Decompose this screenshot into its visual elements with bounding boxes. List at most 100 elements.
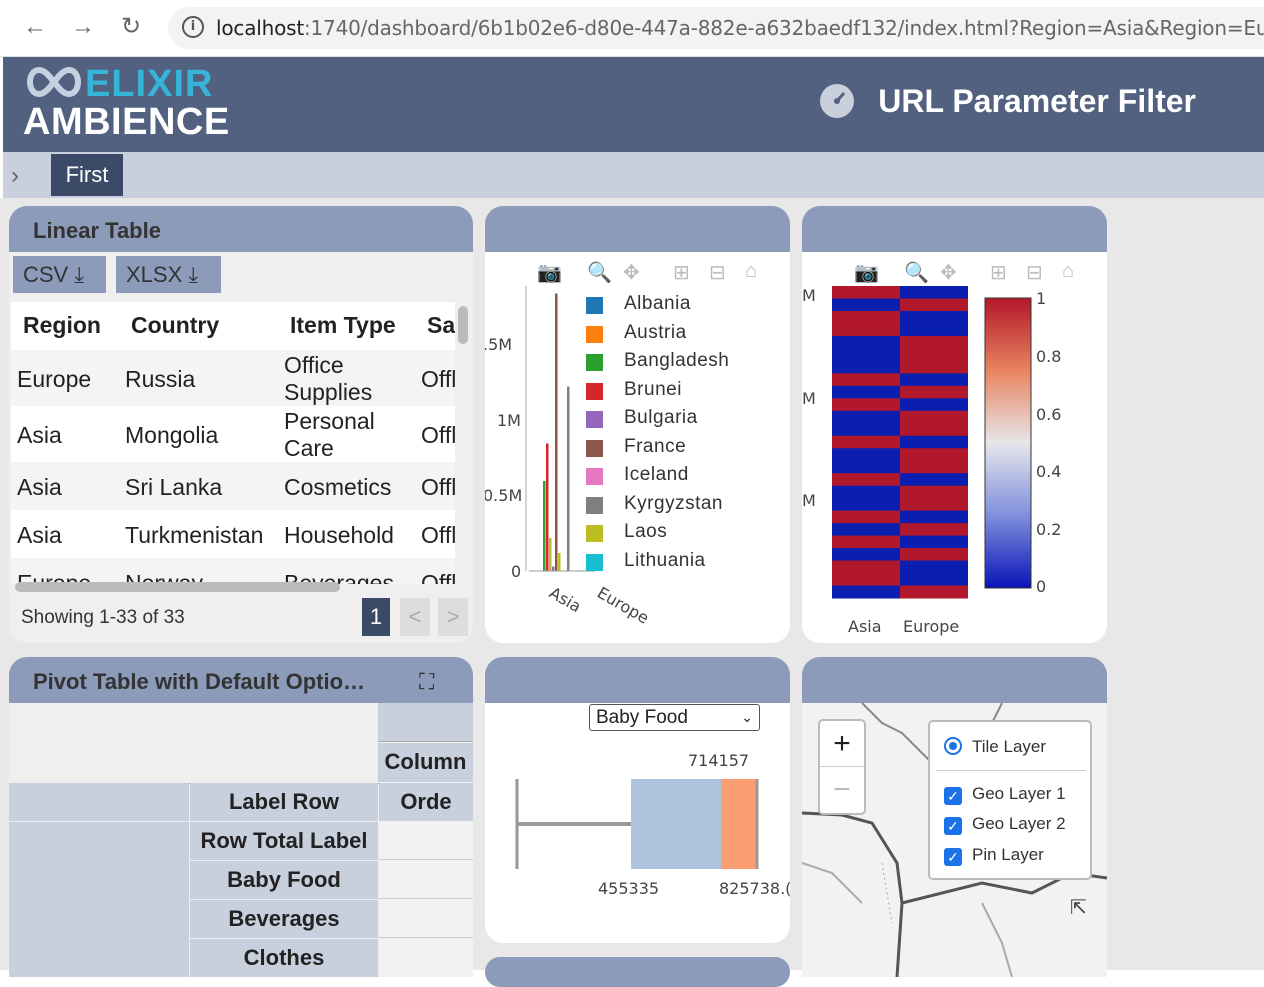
heatmap-cell[interactable] [900, 298, 968, 312]
heatmap-cell[interactable] [832, 423, 900, 437]
column-header[interactable]: Item Type [290, 312, 396, 339]
legend-swatch[interactable] [586, 439, 603, 457]
heatmap-cell[interactable] [832, 448, 900, 462]
radio-icon[interactable] [944, 737, 962, 755]
heatmap-cell[interactable] [900, 323, 968, 337]
legend-swatch[interactable] [586, 325, 603, 343]
legend-item[interactable]: Brunei [624, 379, 682, 401]
heatmap-cell[interactable] [832, 548, 900, 562]
heatmap-cell[interactable] [832, 510, 900, 524]
heatmap-cell[interactable] [900, 286, 968, 299]
url-text[interactable]: localhost:1740/dashboard/6b1b02e6-d80e-4… [216, 16, 1264, 40]
heatmap-cell[interactable] [832, 523, 900, 537]
heatmap-cell[interactable] [832, 398, 900, 412]
tab-first[interactable]: First [51, 154, 123, 196]
zoom-in-icon[interactable]: ⊞ [673, 260, 690, 285]
tile-layer-option[interactable]: Tile Layer [944, 737, 1046, 757]
heatmap-cell[interactable] [900, 310, 968, 324]
heatmap-cell[interactable] [900, 398, 968, 412]
heatmap-cell[interactable] [900, 548, 968, 562]
heatmap-cell[interactable] [900, 498, 968, 512]
legend-swatch[interactable] [586, 354, 603, 371]
geo-layer-2-option[interactable]: ✓ Geo Layer 2 [944, 814, 1066, 835]
checkbox-icon[interactable]: ✓ [944, 787, 962, 805]
heatmap-cell[interactable] [900, 373, 968, 387]
heatmap-cell[interactable] [832, 485, 900, 499]
heatmap-cell[interactable] [832, 360, 900, 374]
heatmap-cell[interactable] [832, 373, 900, 387]
bar[interactable] [567, 386, 570, 572]
page-1-button[interactable]: 1 [362, 598, 390, 636]
heatmap-cell[interactable] [832, 573, 900, 587]
item-type-select[interactable]: Baby Food ⌄ [589, 704, 760, 731]
pan-icon[interactable]: ✥ [623, 260, 640, 285]
heatmap-cell[interactable] [832, 323, 900, 337]
legend-swatch[interactable] [586, 496, 603, 514]
heatmap-cell[interactable] [900, 585, 968, 599]
back-icon[interactable]: ← [20, 12, 50, 42]
heatmap-cell[interactable] [900, 423, 968, 437]
heatmap-cell[interactable] [900, 410, 968, 424]
zoom-in-button[interactable]: + [820, 721, 864, 767]
table-row[interactable]: Asia Turkmenistan Household Offl [11, 510, 455, 558]
prev-page-button[interactable]: < [400, 598, 430, 636]
heatmap-cell[interactable] [832, 435, 900, 449]
legend-swatch[interactable] [586, 525, 603, 542]
box-lower[interactable] [631, 779, 721, 869]
next-page-button[interactable]: > [438, 598, 468, 636]
heatmap-cell[interactable] [832, 298, 900, 312]
bar[interactable] [552, 566, 555, 572]
heatmap-cell[interactable] [832, 585, 900, 599]
site-info-icon[interactable]: i [182, 16, 204, 38]
pin-layer-option[interactable]: ✓ Pin Layer [944, 845, 1044, 866]
xlsx-download-button[interactable]: XLSX ⤓ [116, 256, 221, 293]
heatmap-cell[interactable] [832, 460, 900, 474]
address-bar[interactable]: i localhost:1740/dashboard/6b1b02e6-d80e… [168, 7, 1264, 49]
heatmap-cell[interactable] [900, 360, 968, 374]
table-row[interactable]: Europe Norway Beverages Offl [11, 558, 455, 584]
heatmap-cell[interactable] [900, 335, 968, 349]
heatmap-cell[interactable] [832, 310, 900, 324]
forward-icon[interactable]: → [68, 12, 98, 42]
heatmap-cell[interactable] [832, 286, 900, 299]
checkbox-icon[interactable]: ✓ [944, 848, 962, 866]
external-link-icon[interactable]: ⇱ [1070, 895, 1087, 920]
reload-icon[interactable]: ↻ [116, 12, 146, 42]
heatmap-cell[interactable] [900, 510, 968, 524]
column-header[interactable]: Region [23, 312, 101, 339]
heatmap-cell[interactable] [832, 535, 900, 549]
legend-item[interactable]: Albania [624, 293, 691, 315]
heatmap-cell[interactable] [832, 335, 900, 349]
heatmap-cell[interactable] [900, 448, 968, 462]
legend-item[interactable]: Laos [624, 521, 667, 543]
legend-item[interactable]: Lithuania [624, 550, 706, 572]
csv-download-button[interactable]: CSV ⤓ [13, 256, 106, 293]
heatmap-cell[interactable] [832, 560, 900, 574]
heatmap-cell[interactable] [832, 385, 900, 399]
column-header[interactable]: Country [131, 312, 219, 339]
heatmap-cell[interactable] [900, 560, 968, 574]
heatmap-cell[interactable] [900, 385, 968, 399]
heatmap-cell[interactable] [900, 535, 968, 549]
heatmap-cell[interactable] [900, 460, 968, 474]
heatmap-cell[interactable] [900, 435, 968, 449]
heatmap-cell[interactable] [832, 348, 900, 362]
heatmap-cell[interactable] [900, 573, 968, 587]
legend-item[interactable]: Bangladesh [624, 350, 729, 372]
legend-item[interactable]: Austria [624, 322, 687, 344]
legend-item[interactable]: Bulgaria [624, 407, 698, 429]
legend-swatch[interactable] [586, 468, 603, 485]
heatmap-cell[interactable] [832, 410, 900, 424]
table-row[interactable]: Asia Sri Lanka Cosmetics Offl [11, 462, 455, 510]
horizontal-scrollbar[interactable] [15, 582, 340, 592]
bar[interactable] [546, 443, 549, 572]
heatmap-cell[interactable] [900, 348, 968, 362]
checkbox-icon[interactable]: ✓ [944, 817, 962, 835]
legend-swatch[interactable] [586, 553, 603, 571]
legend-swatch[interactable] [586, 411, 603, 428]
legend-item[interactable]: France [624, 436, 686, 458]
heatmap-cell[interactable] [900, 523, 968, 537]
legend-item[interactable]: Kyrgyzstan [624, 493, 723, 515]
zoom-out-icon[interactable]: ⊟ [709, 260, 726, 285]
chevron-right-icon[interactable]: › [11, 162, 19, 190]
